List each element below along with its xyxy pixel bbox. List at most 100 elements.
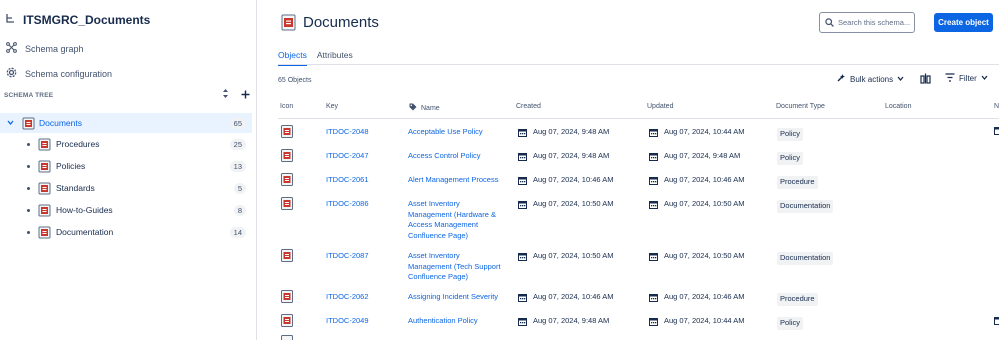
object-key-link[interactable]: ITDOC-2086 [326, 199, 369, 210]
tag-icon [409, 103, 417, 113]
calendar-icon [649, 317, 658, 326]
created-date: Aug 07, 2024, 10:46 AM [518, 292, 613, 303]
document-icon [281, 335, 293, 340]
tree-item-count: 5 [233, 182, 246, 194]
document-icon [38, 226, 51, 239]
filter-button[interactable]: Filter [945, 73, 988, 84]
sidebar: ITSMGRC_Documents Schema graph Schema co… [0, 0, 257, 340]
document-icon [281, 290, 293, 307]
filter-label: Filter [959, 74, 977, 83]
sort-icon[interactable] [222, 86, 229, 104]
tree-item-procedures[interactable]: Procedures 25 [0, 134, 252, 154]
column-header-document-type[interactable]: Document Type [776, 103, 825, 110]
object-key-link[interactable]: ITDOC-2062 [326, 292, 369, 303]
tree-item-label: Documentation [56, 227, 114, 237]
filter-icon [945, 73, 955, 84]
search-box[interactable] [819, 12, 915, 33]
calendar-icon [518, 176, 527, 185]
document-type-lozenge: Policy [777, 128, 804, 141]
object-key-link[interactable]: ITDOC-2049 [326, 316, 369, 327]
calendar-icon [518, 293, 527, 302]
tree-item-label: How-to-Guides [56, 205, 113, 215]
updated-date: Aug 07, 2024, 9:48 AM [649, 151, 740, 162]
chevron-down-icon [981, 74, 988, 83]
tree-item-count: 8 [233, 204, 246, 216]
gear-icon [6, 67, 17, 80]
schema-configuration-link[interactable]: Schema configuration [6, 67, 112, 80]
schema-configuration-label: Schema configuration [25, 68, 113, 79]
chevron-down-icon [897, 75, 904, 84]
object-name-link[interactable]: Access Control Policy [408, 151, 508, 162]
document-type-lozenge: Policy [777, 317, 804, 330]
column-header-location[interactable]: Location [885, 103, 911, 110]
object-name-link[interactable]: Acceptable Use Policy [408, 127, 508, 138]
tree-item-count: 25 [229, 138, 246, 150]
schema-graph-link[interactable]: Schema graph [6, 42, 84, 55]
calendar-icon [649, 176, 658, 185]
object-name-link[interactable]: Asset Inventory Management (Hardware & A… [408, 199, 518, 241]
document-icon [38, 138, 51, 151]
tree-item-label: Standards [56, 183, 95, 193]
tabs-divider [278, 64, 999, 65]
column-header-next[interactable]: N [994, 103, 999, 110]
column-header-key[interactable]: Key [326, 103, 338, 110]
chevron-down-icon[interactable] [7, 118, 14, 128]
tree-item-documents[interactable]: Documents 65 [0, 113, 252, 133]
columns-icon [920, 73, 931, 86]
updated-date: Aug 07, 2024, 10:44 AM [649, 316, 744, 327]
schema-tree-label: SCHEMA TREE [4, 91, 54, 99]
bullet-icon [27, 142, 30, 146]
tree-item-count: 13 [229, 160, 246, 172]
object-key-link[interactable]: ITDOC-2061 [326, 175, 369, 186]
tree-item-standards[interactable]: Standards 5 [0, 178, 252, 198]
document-type-lozenge: Procedure [777, 293, 818, 306]
calendar-icon [518, 200, 527, 209]
updated-date: Aug 07, 2024, 10:46 AM [649, 175, 744, 186]
created-date: Aug 07, 2024, 9:48 AM [518, 151, 609, 162]
document-type-lozenge: Documentation [777, 252, 834, 265]
calendar-icon [994, 126, 999, 139]
tree-item-how-to-guides[interactable]: How-to-Guides 8 [0, 200, 252, 220]
tree-item-policies[interactable]: Policies 13 [0, 156, 252, 176]
column-header-updated[interactable]: Updated [647, 103, 673, 110]
bullet-icon [27, 230, 30, 234]
bullet-icon [27, 208, 30, 212]
column-header-created[interactable]: Created [516, 103, 541, 110]
object-name-link[interactable]: Assigning Incident Severity [408, 292, 518, 303]
object-key-link[interactable]: ITDOC-2087 [326, 251, 369, 262]
tree-item-count: 14 [229, 226, 246, 238]
column-header-icon: Icon [280, 103, 294, 110]
tree-item-documentation[interactable]: Documentation 14 [0, 222, 252, 242]
object-name-link[interactable]: Asset Inventory Management (Tech Support… [408, 251, 518, 283]
search-input[interactable] [838, 18, 912, 27]
bulk-actions-button[interactable]: Bulk actions [836, 73, 904, 85]
hierarchy-icon [6, 11, 15, 29]
object-key-link[interactable]: ITDOC-2048 [326, 127, 369, 138]
created-date: Aug 07, 2024, 10:50 AM [518, 251, 613, 262]
created-date: Aug 07, 2024, 9:48 AM [518, 127, 609, 138]
object-key-link[interactable]: ITDOC-2047 [326, 151, 369, 162]
created-date: Aug 07, 2024, 9:48 AM [518, 316, 609, 327]
bulk-actions-label: Bulk actions [850, 74, 894, 84]
schema-tree-header: SCHEMA TREE [4, 89, 250, 101]
document-icon [281, 173, 293, 190]
columns-button[interactable] [920, 73, 931, 86]
app-window: ITSMGRC_Documents Schema graph Schema co… [0, 0, 999, 340]
graph-icon [6, 42, 17, 55]
search-icon [825, 14, 834, 32]
schema-title: ITSMGRC_Documents [23, 13, 151, 27]
document-icon [281, 314, 293, 331]
updated-date: Aug 07, 2024, 10:50 AM [649, 199, 744, 210]
created-date: Aug 07, 2024, 10:46 AM [518, 175, 613, 186]
document-icon [281, 197, 293, 214]
object-name-link[interactable]: Authentication Policy [408, 316, 518, 327]
create-object-button[interactable]: Create object [934, 13, 993, 32]
sidebar-header[interactable]: ITSMGRC_Documents [6, 11, 150, 29]
column-header-name[interactable]: Name [409, 103, 440, 113]
document-icon [281, 149, 293, 166]
add-icon[interactable] [241, 86, 250, 104]
calendar-icon [518, 152, 527, 161]
object-name-link[interactable]: Alert Management Process [408, 175, 518, 186]
tree-item-label: Policies [56, 161, 86, 171]
document-icon [281, 249, 293, 266]
